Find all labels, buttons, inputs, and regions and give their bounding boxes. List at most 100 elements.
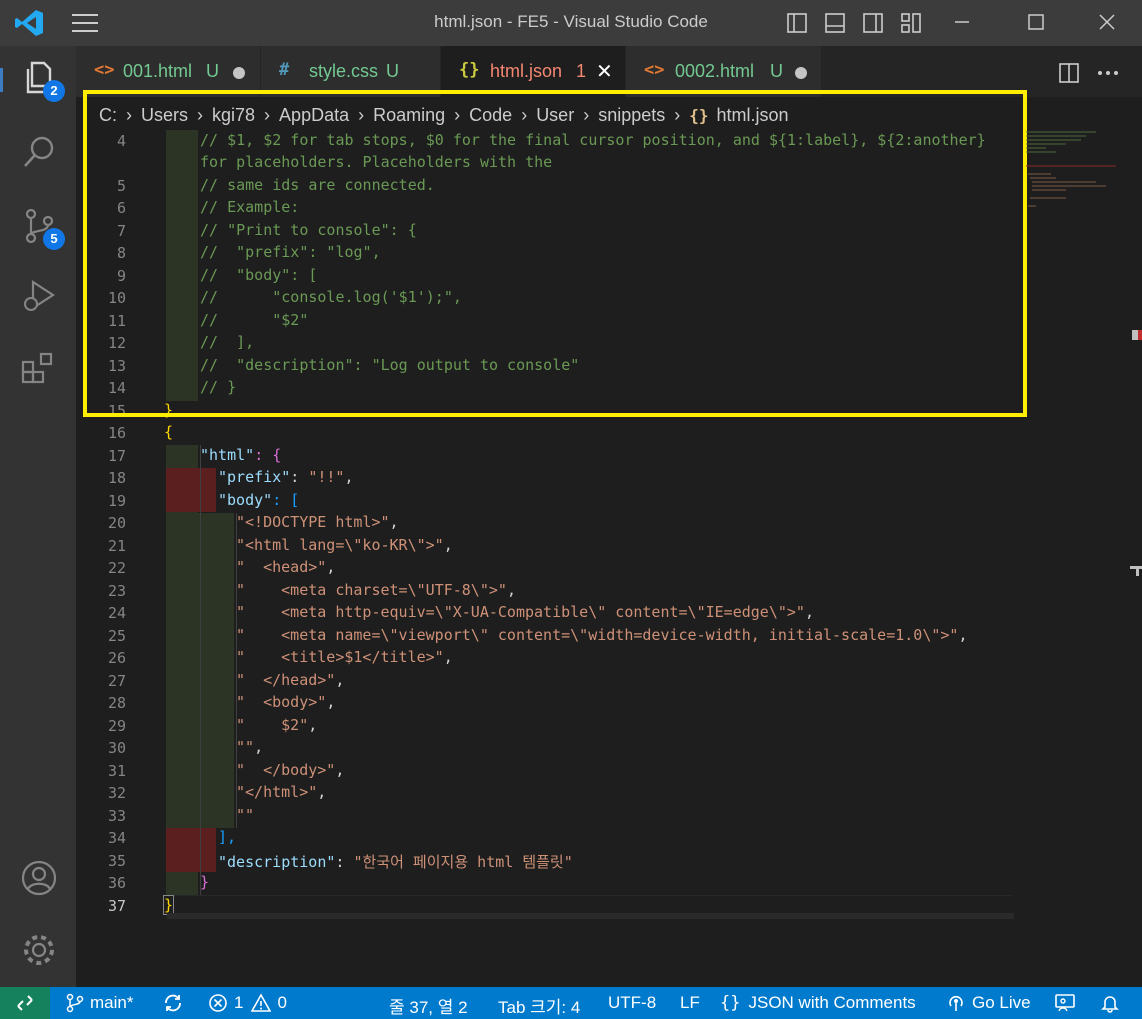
breadcrumb: C: › Users › kgi78 › AppData › Roaming › Code… [76,97,1142,133]
minimize-icon[interactable] [950,10,974,34]
toggle-panel-icon[interactable] [824,12,846,34]
code-line: 21 "<html lang=\"ko-KR\">", [107,536,453,555]
warning-icon [251,993,272,1012]
git-branch-icon [66,993,84,1013]
toggle-secondary-sidebar-icon[interactable] [862,12,884,34]
code-line: 33 "" [107,806,255,825]
code-line: 19 "body": [ [107,491,300,510]
tab-label: style.css [309,61,379,81]
tab-label: html.json [490,61,563,81]
split-editor-icon[interactable] [1058,60,1080,86]
search-icon[interactable] [19,132,59,172]
close-tab-icon[interactable]: ✕ [596,59,613,84]
chevron-right-icon: › [521,105,528,125]
chevron-right-icon: › [197,105,204,125]
tab-style-css[interactable]: # style.css U [261,46,441,97]
breadcrumb-item[interactable]: Users [141,105,188,126]
html-file-icon: <> [94,60,115,80]
cursor-position[interactable]: 줄 37, 열 2 [389,993,468,1018]
vertical-scrollbar[interactable] [1128,130,1142,987]
unsaved-dot-icon[interactable] [233,67,245,79]
css-file-icon: # [279,60,290,80]
code-line: 12// ], [107,333,255,352]
code-line: 11// "$2" [107,311,309,330]
source-control-icon[interactable]: 5 [19,206,65,250]
run-debug-icon[interactable] [19,276,59,316]
settings-gear-icon[interactable] [19,930,59,970]
code-line: 18 "prefix": "!!", [107,468,354,487]
toggle-primary-sidebar-icon[interactable] [786,12,808,34]
maximize-icon[interactable] [1024,10,1048,34]
code-line: 10// "console.log('$1');", [107,288,462,307]
activity-bar: 2 5 [0,46,76,987]
extensions-icon[interactable] [19,348,59,388]
breadcrumb-item[interactable]: C: [99,105,117,126]
html-file-icon: <> [644,60,665,80]
accounts-icon[interactable] [19,858,59,898]
code-line: 5// same ids are connected. [116,176,435,195]
title-bar: html.json - FE5 - Visual Studio Code [0,0,1142,46]
code-line: 7// "Print to console": { [116,221,417,240]
code-line: for placeholders. Placeholders with the [200,153,553,171]
breadcrumb-item[interactable]: User [536,105,574,126]
end-of-line[interactable]: LF [680,993,700,1013]
code-line: 35 "description": "한국어 페이지용 html 템플릿" [107,852,573,871]
language-label: JSON with Comments [748,993,916,1012]
chevron-right-icon: › [264,105,271,125]
go-live-button[interactable]: Go Live [946,993,1031,1013]
error-icon [209,994,227,1012]
tab-label: 001.html [123,61,193,81]
tab-001-html[interactable]: <> 001.html U [76,46,261,97]
unsaved-dot-icon[interactable] [795,67,807,79]
close-window-icon[interactable] [1095,10,1119,34]
tab-status: 1 [576,61,587,81]
code-line: 25 " <meta name=\"viewport\" content=\"wi… [107,626,968,645]
code-line: 29 " $2", [107,716,318,735]
feedback-icon[interactable] [1054,993,1076,1013]
remote-indicator[interactable] [0,987,50,1019]
tab-html-json[interactable]: {} html.json 1 ✕ [441,46,626,97]
chevron-right-icon: › [454,105,461,125]
horizontal-scrollbar[interactable] [167,913,1014,919]
code-line: 27 " </head>", [107,671,345,690]
chevron-right-icon: › [126,105,132,125]
breadcrumb-item[interactable]: Code [469,105,512,126]
minimap[interactable] [1026,130,1116,250]
go-live-label: Go Live [972,993,1031,1012]
code-line: 31 " </body>", [107,761,345,780]
json-file-icon: {} [459,60,480,80]
tab-0002-html[interactable]: <> 0002.html U [626,46,822,97]
tab-label: 0002.html [675,61,755,81]
code-line: 8// "prefix": "log", [116,243,381,262]
chevron-right-icon: › [358,105,365,125]
code-line: 23 " <meta charset=\"UTF-8\">", [107,581,516,600]
encoding[interactable]: UTF-8 [608,993,656,1013]
customize-layout-icon[interactable] [900,12,922,34]
code-line: 13// "description": "Log output to conso… [107,356,580,375]
breadcrumb-item[interactable]: snippets [598,105,665,126]
breadcrumb-item[interactable]: Roaming [373,105,445,126]
sync-icon[interactable] [162,993,184,1013]
language-mode[interactable]: {} JSON with Comments [720,993,916,1013]
problems-status[interactable]: 1 0 [208,993,287,1013]
breadcrumb-item[interactable]: AppData [279,105,349,126]
more-actions-icon[interactable] [1096,60,1120,86]
code-line: 32 "</html>", [107,783,327,802]
explorer-icon[interactable]: 2 [19,58,65,102]
branch-status[interactable]: main* [66,993,133,1013]
status-bar: main* 1 0 줄 37, 열 2 Tab 크기: 4 UTF-8 LF {… [0,987,1142,1019]
code-line: 22 " <head>", [107,558,336,577]
code-line: 4// $1, $2 for tab stops, $0 for the fin… [116,131,986,150]
warning-count: 0 [277,993,287,1012]
code-line: 36} [107,873,210,892]
tab-size[interactable]: Tab 크기: 4 [498,993,580,1018]
code-line: 28 " <body>", [107,693,336,712]
notifications-bell-icon[interactable] [1100,993,1120,1013]
broadcast-icon [949,995,963,1011]
code-editor[interactable]: 4// $1, $2 for tab stops, $0 for the fin… [76,130,1142,987]
breadcrumb-item[interactable]: html.json [717,105,789,126]
breadcrumb-item[interactable]: kgi78 [212,105,255,126]
json-file-icon: {} [689,106,709,125]
tab-status: U [386,61,399,81]
error-count: 1 [234,993,244,1012]
